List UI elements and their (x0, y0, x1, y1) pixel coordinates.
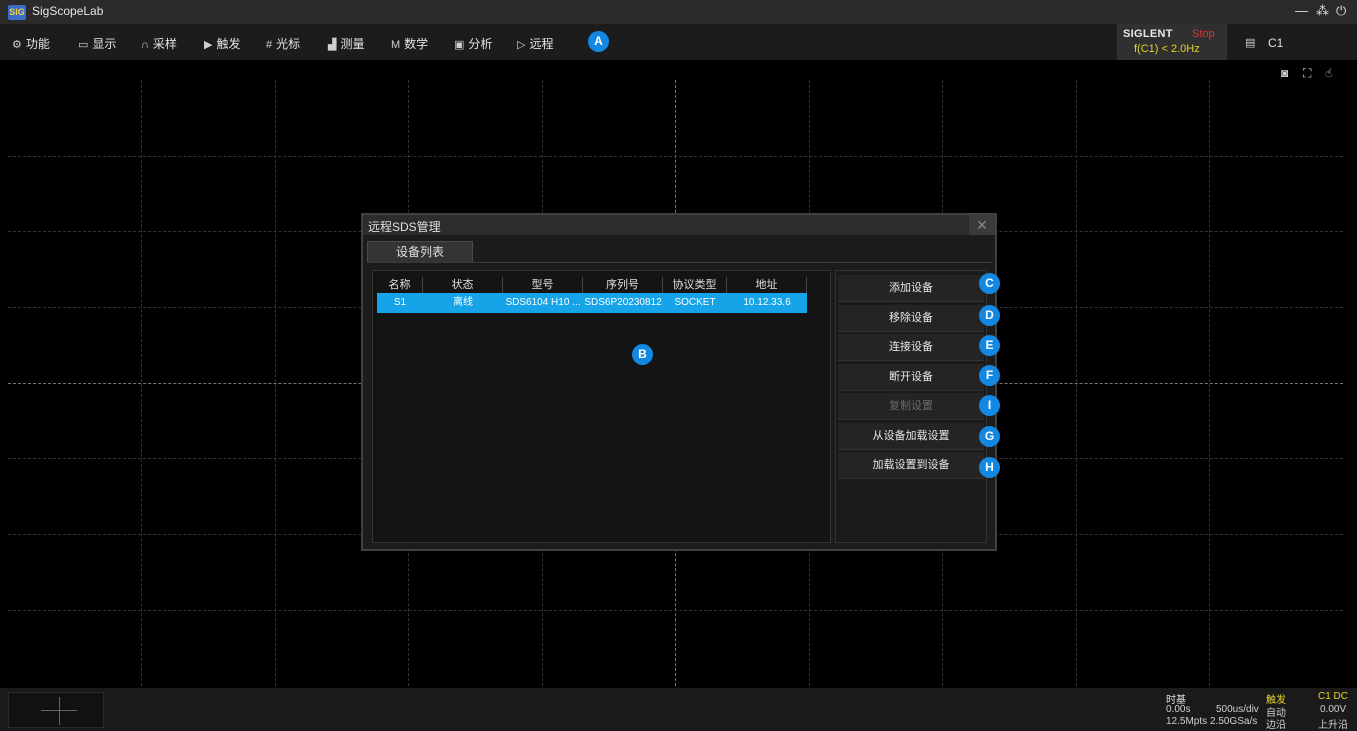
fullscreen-icon[interactable]: ⛶ (1303, 66, 1311, 81)
grid-line (8, 156, 1343, 157)
measure-icon: ▟ (328, 39, 337, 51)
analysis-icon: ▣ (454, 39, 465, 51)
menu-remote[interactable]: ▷ 远程 (517, 35, 553, 52)
cursor-icon: # (266, 39, 273, 51)
trigger-icon: ▶ (204, 39, 213, 51)
status-box[interactable]: SIGLENT Stop f(C1) < 2.0Hz (1117, 24, 1227, 60)
menu-display[interactable]: ▭ 显示 (78, 35, 116, 52)
timebase-points: 12.5Mpts (1166, 716, 1208, 727)
column-header[interactable]: 地址 (727, 277, 807, 293)
cell-serial: SDS6P20230812 (584, 297, 662, 308)
connect-device-button[interactable]: 连接设备 (838, 334, 984, 361)
remote-sds-dialog: 远程SDS管理 ✕ 设备列表 名称 状态 型号 序列号 协议类型 地址 S1 离… (361, 213, 997, 551)
column-header[interactable]: 状态 (423, 277, 503, 293)
close-icon[interactable]: ✕ (969, 215, 995, 235)
menu-label: 功能 (25, 37, 50, 51)
menu-cursor[interactable]: # 光标 (266, 35, 300, 52)
disconnect-device-button[interactable]: 断开设备 (838, 364, 984, 391)
restore-icon[interactable]: ⁂ (1316, 3, 1329, 19)
menu-label: 采样 (152, 37, 177, 51)
callout-badge: D (979, 305, 1000, 326)
dialog-title: 远程SDS管理 (368, 220, 441, 234)
channel-label[interactable]: C1 (1268, 36, 1283, 50)
column-header[interactable]: 协议类型 (663, 277, 727, 293)
timebase-scale: 500us/div (1216, 704, 1259, 715)
menu-math[interactable]: M 数学 (391, 35, 428, 52)
table-header: 名称 状态 型号 序列号 协议类型 地址 (377, 277, 813, 293)
callout-badge: F (979, 365, 1000, 386)
load-to-device-button[interactable]: 加载设置到设备 (838, 452, 984, 479)
trigger-type: 边沿 (1266, 720, 1286, 731)
table-row[interactable]: S1 离线 SDS6104 H10 ... SDS6P20230812 SOCK… (377, 293, 807, 313)
channel-icon: ▤ (1245, 37, 1256, 49)
menu-label: 触发 (216, 37, 241, 51)
sample-icon: ∩ (141, 39, 149, 51)
dialog-titlebar[interactable]: 远程SDS管理 ✕ (363, 215, 995, 235)
math-icon: M (391, 39, 401, 51)
trigger-slope: 上升沿 (1318, 720, 1348, 731)
trigger-level: 0.00V (1320, 704, 1347, 715)
copy-settings-button: 复制设置 (838, 393, 984, 420)
menu-trigger[interactable]: ▶ 触发 (204, 35, 240, 52)
gear-icon: ⚙ (12, 39, 22, 51)
add-device-button[interactable]: 添加设备 (838, 275, 984, 302)
callout-badge: A (588, 31, 609, 52)
add-channel-button[interactable] (8, 692, 104, 728)
menu-label: 测量 (340, 37, 365, 51)
menu-label: 分析 (468, 37, 493, 51)
callout-badge: E (979, 335, 1000, 356)
brand-name: SIGLENT (1123, 28, 1173, 40)
tab-divider (367, 262, 993, 263)
remote-icon: ▷ (517, 39, 526, 51)
power-icon[interactable]: ⏻ (1336, 3, 1346, 19)
callout-badge: H (979, 457, 1000, 478)
tab-device-list[interactable]: 设备列表 (367, 241, 473, 263)
timebase-rate: 2.50GSa/s (1210, 716, 1258, 727)
callout-badge: B (632, 344, 653, 365)
callout-badge: I (979, 395, 1000, 416)
menu-acquire[interactable]: ∩ 采样 (141, 35, 177, 52)
cell-model: SDS6104 H10 ... (505, 297, 581, 308)
status-bar: 时基 0.00s 500us/div 12.5Mpts 2.50GSa/s 触发… (0, 688, 1357, 731)
remove-device-button[interactable]: 移除设备 (838, 305, 984, 332)
load-from-device-button[interactable]: 从设备加载设置 (838, 423, 984, 450)
camera-icon[interactable]: ◙ (1281, 66, 1288, 80)
app-logo-icon: SIG (8, 5, 26, 20)
app-title: SigScopeLab (32, 4, 104, 18)
cell-protocol: SOCKET (674, 297, 716, 308)
menu-analysis[interactable]: ▣ 分析 (454, 35, 492, 52)
timebase-delay: 0.00s (1166, 704, 1191, 715)
cell-status: 离线 (453, 297, 473, 308)
channel-coupling[interactable]: C1 DC (1318, 691, 1348, 702)
run-state[interactable]: Stop (1192, 28, 1215, 40)
touch-icon[interactable]: ☝ (1325, 66, 1332, 80)
callout-badge: G (979, 426, 1000, 447)
menu-label: 显示 (92, 37, 117, 51)
display-icon: ▭ (78, 39, 89, 51)
menu-function[interactable]: ⚙ 功能 (12, 35, 50, 52)
action-panel: 添加设备 移除设备 连接设备 断开设备 复制设置 从设备加载设置 加载设置到设备 (835, 270, 987, 543)
menu-label: 远程 (529, 37, 554, 51)
column-header[interactable]: 型号 (503, 277, 583, 293)
cell-name: S1 (393, 297, 407, 308)
grid-line (8, 610, 1343, 611)
callout-badge: C (979, 273, 1000, 294)
title-bar: SIG SigScopeLab — ⁂ ⏻ (0, 0, 1357, 24)
device-table[interactable]: 名称 状态 型号 序列号 协议类型 地址 S1 离线 SDS6104 H10 .… (372, 270, 831, 543)
cell-address: 10.12.33.6 (743, 297, 791, 308)
minimize-icon[interactable]: — (1295, 3, 1308, 18)
menu-label: 数学 (404, 37, 429, 51)
column-header[interactable]: 序列号 (583, 277, 663, 293)
menu-measure[interactable]: ▟ 测量 (328, 35, 364, 52)
column-header[interactable]: 名称 (377, 277, 423, 293)
frequency-readout: f(C1) < 2.0Hz (1134, 43, 1200, 55)
menu-label: 光标 (276, 37, 301, 51)
